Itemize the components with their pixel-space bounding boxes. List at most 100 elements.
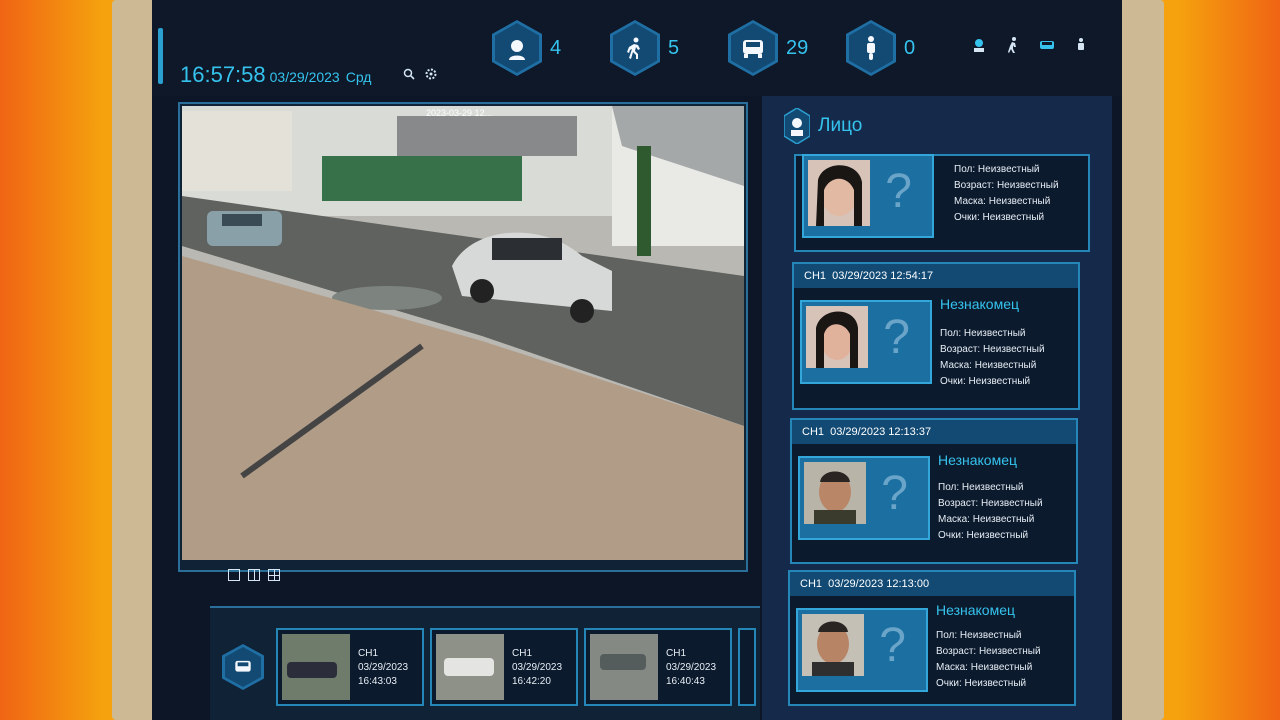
face-photo-frame: ?: [802, 154, 934, 238]
walking-person-icon: [627, 37, 640, 59]
face-icon: [509, 40, 525, 60]
face-counter: 4: [492, 20, 561, 76]
face-photo: [806, 306, 868, 368]
capture-channel: CH1: [666, 647, 687, 659]
card-timestamp: 03/29/2023 12:13:37: [830, 426, 932, 438]
unknown-match-icon: ?: [883, 311, 910, 364]
panel-title: Лицо: [818, 115, 863, 136]
face-event-card[interactable]: CH1 03/29/2023 12:54:17 ? Незнакомец Пол…: [792, 262, 1080, 410]
card-timestamp: 03/29/2023 12:13:00: [828, 578, 930, 590]
left-accent: [158, 28, 163, 84]
attr-glasses: Очки: Неизвестный: [954, 212, 1045, 223]
face-photo-frame: ?: [796, 608, 928, 692]
face-attributes: Пол: Неизвестный Возраст: Неизвестный Ма…: [936, 630, 1041, 689]
attr-glasses: Очки: Неизвестный: [936, 678, 1027, 689]
capture-image: [590, 634, 658, 700]
dual-view-icon[interactable]: [248, 569, 260, 581]
capture-thumbnail[interactable]: CH1 03/29/2023 16:43:03: [276, 628, 424, 706]
card-header: CH1 03/29/2023 12:13:00: [790, 572, 1074, 596]
face-photo: [808, 160, 870, 226]
motorbike-count: 0: [904, 36, 916, 59]
face-events-panel: Лицо ? Пол: Неизвестный Возраст: Неизвес…: [762, 96, 1112, 720]
attr-gender: Пол: Неизвестный: [954, 164, 1040, 175]
face-attributes: Пол: Неизвестный Возраст: Неизвестный Ма…: [938, 482, 1043, 541]
camera-scene: [182, 106, 744, 560]
face-photo-frame: ?: [798, 456, 930, 540]
card-label: Незнакомец: [938, 452, 1018, 468]
person-hex-badge: [610, 20, 660, 76]
attr-mask: Маска: Неизвестный: [940, 360, 1037, 371]
capture-date: 03/29/2023: [666, 661, 717, 673]
car-filter-icon[interactable]: [1038, 36, 1056, 54]
card-channel: CH1: [800, 578, 823, 590]
view-mode-selector: [228, 569, 280, 581]
motorbike-hex-badge: [846, 20, 896, 76]
capture-image: [436, 634, 504, 700]
card-label: Незнакомец: [936, 602, 1016, 618]
attr-gender: Пол: Неизвестный: [938, 482, 1024, 493]
unknown-match-icon: ?: [885, 165, 912, 218]
nvr-screen: 16:57:58 03/29/2023 Срд 4 5 29 0 2023-03…: [152, 0, 1122, 720]
face-photo-frame: ?: [800, 300, 932, 384]
face-photo: [804, 462, 866, 524]
face-event-card[interactable]: ? Пол: Неизвестный Возраст: Неизвестный …: [794, 154, 1090, 252]
grey-car: [207, 211, 282, 246]
card-channel: CH1: [804, 270, 827, 282]
vehicle-count: 29: [786, 36, 809, 59]
bike-filter-icon[interactable]: [1072, 36, 1090, 54]
attr-glasses: Очки: Неизвестный: [940, 376, 1031, 387]
attr-age: Возраст: Неизвестный: [940, 344, 1045, 355]
panel-header: Лицо: [784, 108, 862, 144]
face-icon: [784, 108, 810, 144]
attr-gender: Пол: Неизвестный: [940, 328, 1026, 339]
capture-date: 03/29/2023: [512, 661, 563, 673]
motorbike-counter: 0: [846, 20, 915, 76]
capture-date: 03/29/2023: [358, 661, 409, 673]
single-view-icon[interactable]: [228, 569, 240, 581]
attr-mask: Маска: Неизвестный: [936, 662, 1033, 673]
face-count: 4: [550, 36, 562, 59]
car-icon: [743, 40, 763, 58]
car-icon: [235, 660, 251, 672]
face-event-card[interactable]: CH1 03/29/2023 12:13:37 ? Незнакомец Пол…: [790, 418, 1078, 564]
quad-view-icon[interactable]: [268, 569, 280, 581]
vehicle-strip-badge: [222, 644, 264, 690]
capture-time: 16:43:03: [358, 675, 397, 687]
gear-icon[interactable]: [424, 68, 438, 82]
capture-thumbnail[interactable]: CH1 03/29/2023 16:40:43: [584, 628, 732, 706]
face-attributes: Пол: Неизвестный Возраст: Неизвестный Ма…: [954, 164, 1059, 223]
attr-gender: Пол: Неизвестный: [936, 630, 1022, 641]
face-filter-icon[interactable]: [970, 36, 988, 54]
vehicle-hex-badge: [728, 20, 778, 76]
day-display: Срд: [345, 69, 372, 85]
capture-time: 16:40:43: [666, 675, 705, 687]
face-attributes: Пол: Неизвестный Возраст: Неизвестный Ма…: [940, 328, 1045, 387]
live-camera-view[interactable]: 2023-03-29 12...: [182, 106, 744, 560]
date-display: 03/29/2023: [269, 69, 340, 85]
unknown-match-icon: ?: [879, 619, 906, 672]
unknown-match-icon: ?: [881, 467, 908, 520]
capture-channel: CH1: [512, 647, 533, 659]
attr-age: Возраст: Неизвестный: [936, 646, 1041, 657]
attr-age: Возраст: Неизвестный: [938, 498, 1043, 509]
capture-thumbnail-partial[interactable]: [738, 628, 756, 706]
clock: 16:57:58 03/29/2023 Срд: [180, 62, 371, 88]
capture-channel: CH1: [358, 647, 379, 659]
card-channel: CH1: [802, 426, 825, 438]
video-overlay-timestamp: 2023-03-29 12...: [426, 108, 493, 118]
vehicle-counter: 29: [728, 20, 808, 76]
capture-thumbnails: CH1 03/29/2023 16:43:03 CH1 03/29/2023 1…: [276, 628, 756, 706]
attr-age: Возраст: Неизвестный: [954, 180, 1059, 191]
attr-mask: Маска: Неизвестный: [954, 196, 1051, 207]
search-icon[interactable]: [402, 68, 416, 82]
time-display: 16:57:58: [180, 62, 266, 87]
attr-glasses: Очки: Неизвестный: [938, 530, 1029, 541]
face-event-card[interactable]: CH1 03/29/2023 12:13:00 ? Незнакомец Пол…: [788, 570, 1076, 706]
capture-time: 16:42:20: [512, 675, 551, 687]
attr-mask: Маска: Неизвестный: [938, 514, 1035, 525]
capture-image: [282, 634, 350, 700]
card-header: CH1 03/29/2023 12:54:17: [794, 264, 1078, 288]
capture-thumbnail[interactable]: CH1 03/29/2023 16:42:20: [430, 628, 578, 706]
person-filter-icon[interactable]: [1004, 36, 1022, 54]
card-timestamp: 03/29/2023 12:54:17: [832, 270, 934, 282]
